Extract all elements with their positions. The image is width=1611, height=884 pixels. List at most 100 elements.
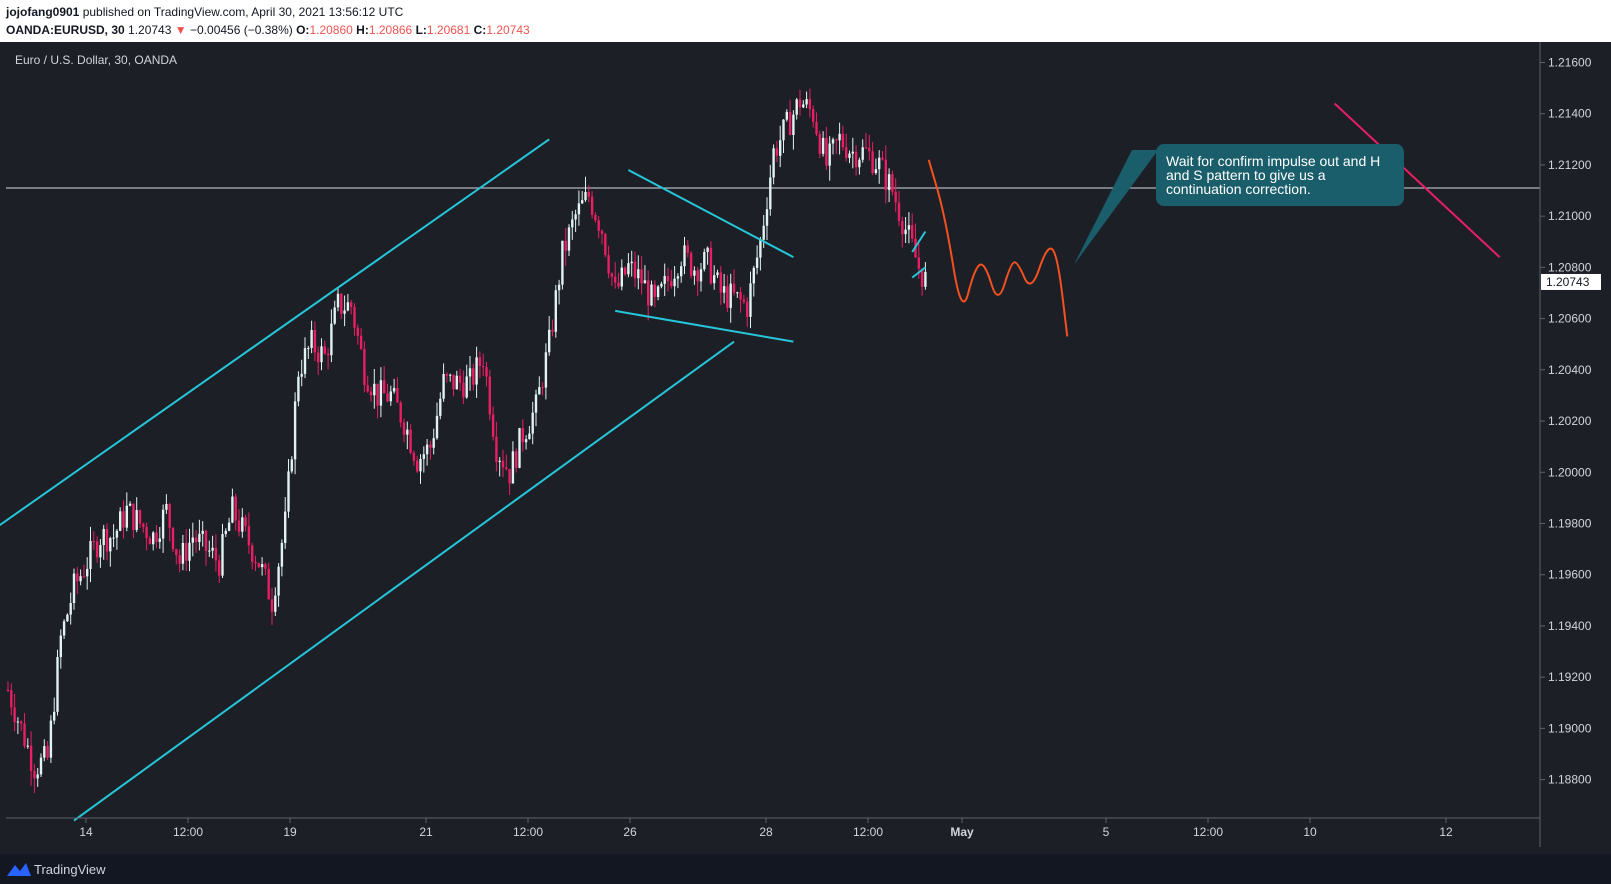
open-label: O:	[296, 23, 310, 37]
high-label: H:	[356, 23, 369, 37]
candle-body	[597, 220, 600, 231]
candle-body	[277, 566, 280, 596]
candle-body	[419, 458, 422, 472]
candle-body	[732, 283, 736, 293]
candle-body	[449, 374, 452, 376]
candle-body	[666, 275, 670, 282]
candle-body	[571, 219, 574, 228]
candle-body	[89, 541, 92, 569]
candle-body	[762, 225, 765, 240]
chart-frame[interactable]: 1.21600 1.21400 1.21200 1.21000 1.20800 1.206…	[0, 42, 1611, 854]
tradingview-logo-icon[interactable]	[6, 861, 32, 877]
y-tick-label: 1.21000	[1548, 209, 1592, 223]
candle-body	[198, 533, 201, 543]
candle-body	[99, 545, 102, 558]
x-tick-label: 12:00	[853, 825, 883, 839]
x-tick-label: 26	[623, 825, 637, 839]
candle-body	[125, 505, 128, 528]
candle-body	[373, 383, 376, 396]
candle-body	[769, 177, 772, 210]
candle-body	[864, 147, 868, 149]
header-bar: jojofang0901 published on TradingView.co…	[0, 0, 1611, 42]
candle-body	[383, 380, 386, 394]
candle-body	[326, 353, 330, 356]
candle-body	[643, 280, 647, 284]
candle-body	[416, 460, 419, 472]
candle-body	[647, 280, 650, 306]
candle-body	[759, 239, 762, 258]
candle-body	[280, 542, 284, 567]
candle-body	[82, 576, 86, 578]
candle-body	[452, 374, 455, 390]
candle-body	[254, 561, 257, 564]
candle-body	[604, 233, 607, 255]
x-tick-label: 14	[79, 825, 93, 839]
candle-body	[366, 385, 369, 392]
candle-body	[650, 284, 653, 306]
candle-body	[376, 383, 379, 406]
x-tick-label: 12:00	[513, 825, 543, 839]
candle-body	[858, 159, 861, 168]
candle-body	[805, 99, 808, 105]
candle-body	[29, 745, 33, 772]
candle-body	[845, 147, 848, 158]
candle-body	[264, 564, 267, 569]
symbol-label[interactable]: OANDA:EURUSD, 30	[6, 23, 125, 37]
candle-body	[267, 568, 270, 600]
candle-body	[693, 270, 696, 276]
candle-body	[891, 174, 894, 192]
y-tick-label: 1.20000	[1548, 465, 1592, 479]
candle-body	[736, 292, 739, 294]
candle-body	[36, 774, 39, 779]
candle-body	[607, 254, 610, 274]
annotation-callout[interactable]: Wait for confirm impulse out and H and S…	[1156, 144, 1404, 206]
candle-body	[505, 467, 508, 470]
candle-body	[478, 357, 482, 367]
candle-body	[699, 269, 703, 282]
footer-brand[interactable]: TradingView	[34, 862, 106, 877]
candle-body	[752, 267, 755, 284]
y-tick-label: 1.20800	[1548, 260, 1592, 274]
candle-body	[158, 538, 161, 542]
candle-body	[16, 721, 20, 723]
candle-body	[656, 286, 660, 298]
published-text: published on TradingView.com, April 30, …	[79, 5, 404, 19]
callout-text: Wait for confirm impulse out and H and S…	[1166, 153, 1381, 197]
candle-body	[812, 109, 815, 122]
candle-body	[485, 367, 488, 377]
candle-body	[399, 402, 402, 423]
candle-body	[369, 391, 373, 396]
candle-body	[894, 191, 897, 203]
candle-body	[802, 104, 805, 108]
candle-body	[818, 133, 821, 154]
candle-body	[290, 459, 293, 472]
candle-body	[343, 310, 346, 314]
candle-body	[541, 387, 544, 389]
candle-body	[69, 603, 72, 615]
candle-body	[538, 387, 541, 395]
candle-body	[567, 227, 571, 251]
candle-body	[135, 510, 138, 530]
candle-body	[119, 511, 122, 531]
y-tick-label: 1.19200	[1548, 670, 1592, 684]
open-value: 1.20860	[309, 23, 353, 37]
low-label: L:	[415, 23, 427, 37]
candle-body	[356, 327, 359, 336]
candle-body	[333, 307, 336, 324]
author-name[interactable]: jojofang0901	[6, 5, 79, 19]
candle-body	[330, 323, 333, 356]
candle-body	[241, 517, 244, 532]
candle-body	[152, 532, 155, 545]
candle-body	[171, 527, 175, 550]
candle-body	[194, 537, 198, 543]
y-tick-label: 1.21200	[1548, 158, 1592, 172]
change-arrow-icon: ▼	[174, 23, 187, 37]
candle-body	[676, 276, 680, 279]
candle-body	[227, 522, 231, 531]
candle-body	[300, 373, 303, 377]
candle-body	[703, 252, 706, 270]
candle-body	[795, 99, 798, 115]
candle-body	[617, 282, 620, 287]
candle-body	[765, 209, 769, 226]
candle-body	[670, 281, 673, 287]
